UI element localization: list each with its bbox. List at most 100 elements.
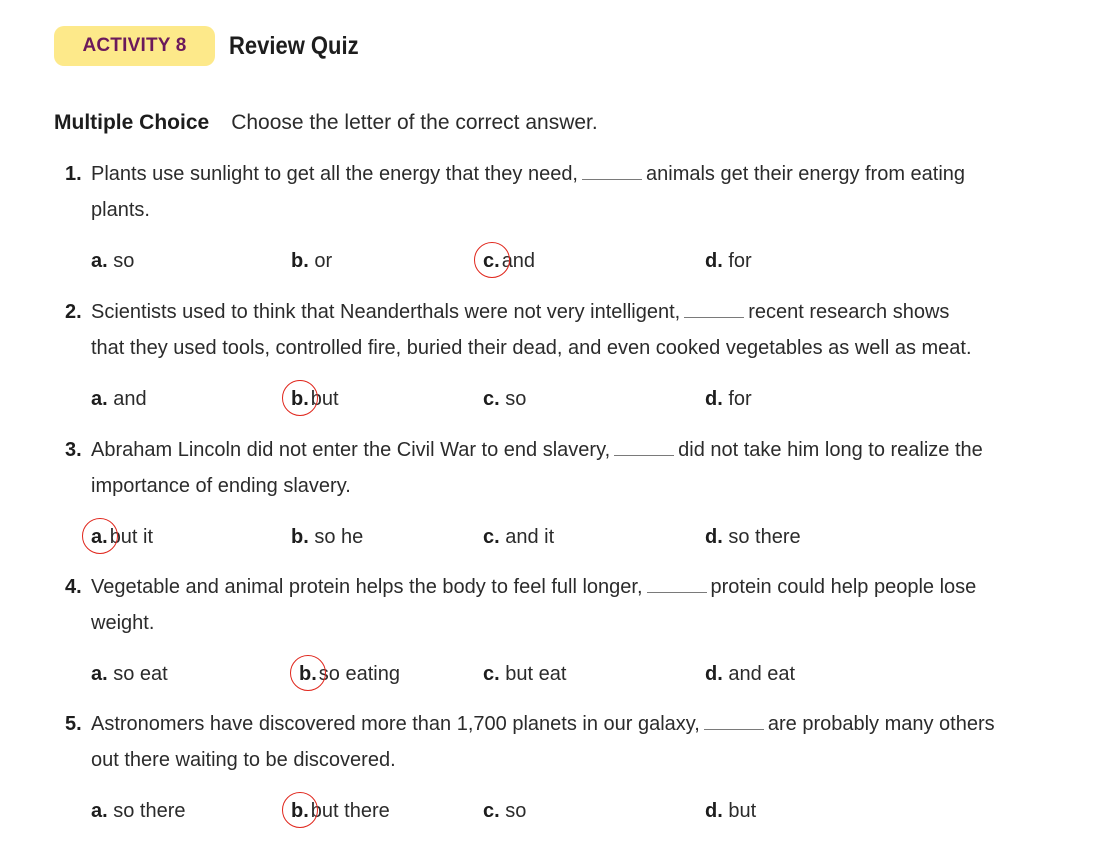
option-text: and: [113, 388, 147, 410]
option-text: but: [310, 388, 339, 410]
question-3: 3. Abraham Lincoln did not enter the Civi…: [65, 432, 1065, 554]
question-line: 3. Abraham Lincoln did not enter the Civi…: [65, 432, 1065, 468]
page-title: Review Quiz: [229, 32, 359, 60]
answer-options: a. so eat b. so eating c. but eat d. and …: [65, 655, 1065, 691]
option-c[interactable]: c. and: [474, 242, 536, 278]
option-letter: b.: [290, 655, 326, 691]
option-letter: a.: [91, 800, 108, 822]
option-text: but there: [310, 800, 390, 822]
option-a[interactable]: a. but it: [82, 518, 154, 554]
question-text: are probably many others: [767, 713, 995, 735]
option-b[interactable]: b. but there: [282, 792, 390, 828]
option-a[interactable]: a. so there: [91, 794, 186, 828]
question-line: 1. Plants use sunlight to get all the ene…: [65, 156, 1065, 192]
question-number: 5.: [65, 713, 82, 735]
option-letter: a.: [91, 250, 108, 272]
answer-options: a. so b. or c. and d. for: [65, 242, 1065, 278]
question-text: Abraham Lincoln did not enter the Civil …: [91, 439, 611, 461]
question-text: Plants use sunlight to get all the energ…: [91, 163, 578, 185]
question-text: Scientists used to think that Neandertha…: [91, 301, 681, 323]
option-text: so he: [314, 526, 364, 548]
question-number: 3.: [65, 439, 82, 461]
question-line: weight.: [65, 605, 1065, 641]
option-letter: d.: [705, 800, 723, 822]
option-b[interactable]: b. so eating: [290, 655, 400, 691]
option-a[interactable]: a. and: [91, 382, 147, 416]
option-letter: d.: [705, 663, 723, 685]
option-letter: c.: [474, 242, 510, 278]
option-c[interactable]: c. so: [483, 794, 526, 828]
question-text: out there waiting to be discovered.: [91, 749, 396, 771]
answer-blank: [703, 729, 764, 731]
option-b[interactable]: b. but: [282, 380, 339, 416]
question-text: plants.: [91, 199, 150, 221]
question-line: out there waiting to be discovered.: [65, 742, 1065, 778]
option-letter: d.: [705, 388, 723, 410]
option-letter: b.: [282, 792, 318, 828]
question-text: that they used tools, controlled fire, b…: [91, 337, 972, 359]
question-4: 4. Vegetable and animal protein helps the…: [65, 569, 1065, 691]
option-letter: c.: [483, 388, 500, 410]
option-text: and: [501, 250, 536, 272]
option-letter: c.: [483, 800, 500, 822]
question-text: recent research shows: [748, 301, 950, 323]
question-line: 2. Scientists used to think that Neandert…: [65, 294, 1065, 330]
question-text: importance of ending slavery.: [91, 475, 351, 497]
option-letter: b.: [291, 250, 309, 272]
answer-blank: [684, 317, 745, 319]
option-d[interactable]: d. so there: [705, 520, 801, 554]
option-text: for: [728, 388, 752, 410]
answer-options: a. so there b. but there c. so d. but: [65, 792, 1065, 828]
option-letter: d.: [705, 250, 723, 272]
option-text: but eat: [505, 663, 567, 685]
option-c[interactable]: c. so: [483, 382, 526, 416]
option-text: so eat: [113, 663, 168, 685]
question-text: Vegetable and animal protein helps the b…: [91, 576, 643, 598]
option-text: but: [728, 800, 757, 822]
option-d[interactable]: d. for: [705, 244, 752, 278]
option-a[interactable]: a. so eat: [91, 657, 168, 691]
question-number: 4.: [65, 576, 82, 598]
answer-options: a. and b. but c. so d. for: [65, 380, 1065, 416]
option-text: and it: [505, 526, 555, 548]
option-letter: c.: [483, 526, 500, 548]
question-line: importance of ending slavery.: [65, 468, 1065, 504]
question-line: 5. Astronomers have discovered more than …: [65, 706, 1065, 742]
option-letter: b.: [282, 380, 318, 416]
option-d[interactable]: d. but: [705, 794, 756, 828]
option-text: so there: [728, 526, 801, 548]
question-text: did not take him long to realize the: [678, 439, 983, 461]
option-letter: a.: [91, 663, 108, 685]
option-c[interactable]: c. and it: [483, 520, 554, 554]
option-d[interactable]: d. for: [705, 382, 752, 416]
question-2: 2. Scientists used to think that Neandert…: [65, 294, 1065, 416]
option-text: so: [113, 250, 135, 272]
option-b[interactable]: b. or: [291, 244, 332, 278]
question-line: 4. Vegetable and animal protein helps the…: [65, 569, 1065, 605]
option-text: but it: [109, 526, 154, 548]
question-text: weight.: [91, 612, 155, 634]
option-text: for: [728, 250, 752, 272]
question-text: protein could help people lose: [710, 576, 977, 598]
section-label: Multiple Choice: [54, 111, 210, 134]
option-b[interactable]: b. so he: [291, 520, 363, 554]
option-a[interactable]: a. so: [91, 244, 134, 278]
option-letter: a.: [82, 518, 118, 554]
question-line: that they used tools, controlled fire, b…: [65, 330, 1065, 366]
option-text: so: [505, 388, 527, 410]
question-number: 1.: [65, 163, 82, 185]
option-letter: b.: [291, 526, 309, 548]
answer-blank: [646, 592, 707, 594]
question-text: Astronomers have discovered more than 1,…: [91, 713, 700, 735]
answer-blank: [582, 179, 642, 181]
option-letter: c.: [483, 663, 500, 685]
option-letter: d.: [705, 526, 723, 548]
question-line: plants.: [65, 192, 1065, 228]
option-text: or: [314, 250, 333, 272]
section-instructions: Choose the letter of the correct answer.: [231, 111, 598, 134]
option-d[interactable]: d. and eat: [705, 657, 795, 691]
option-c[interactable]: c. but eat: [483, 657, 566, 691]
option-text: so eating: [318, 663, 400, 685]
question-5: 5. Astronomers have discovered more than …: [65, 706, 1065, 828]
section-heading: Multiple Choice Choose the letter of the …: [54, 109, 598, 137]
